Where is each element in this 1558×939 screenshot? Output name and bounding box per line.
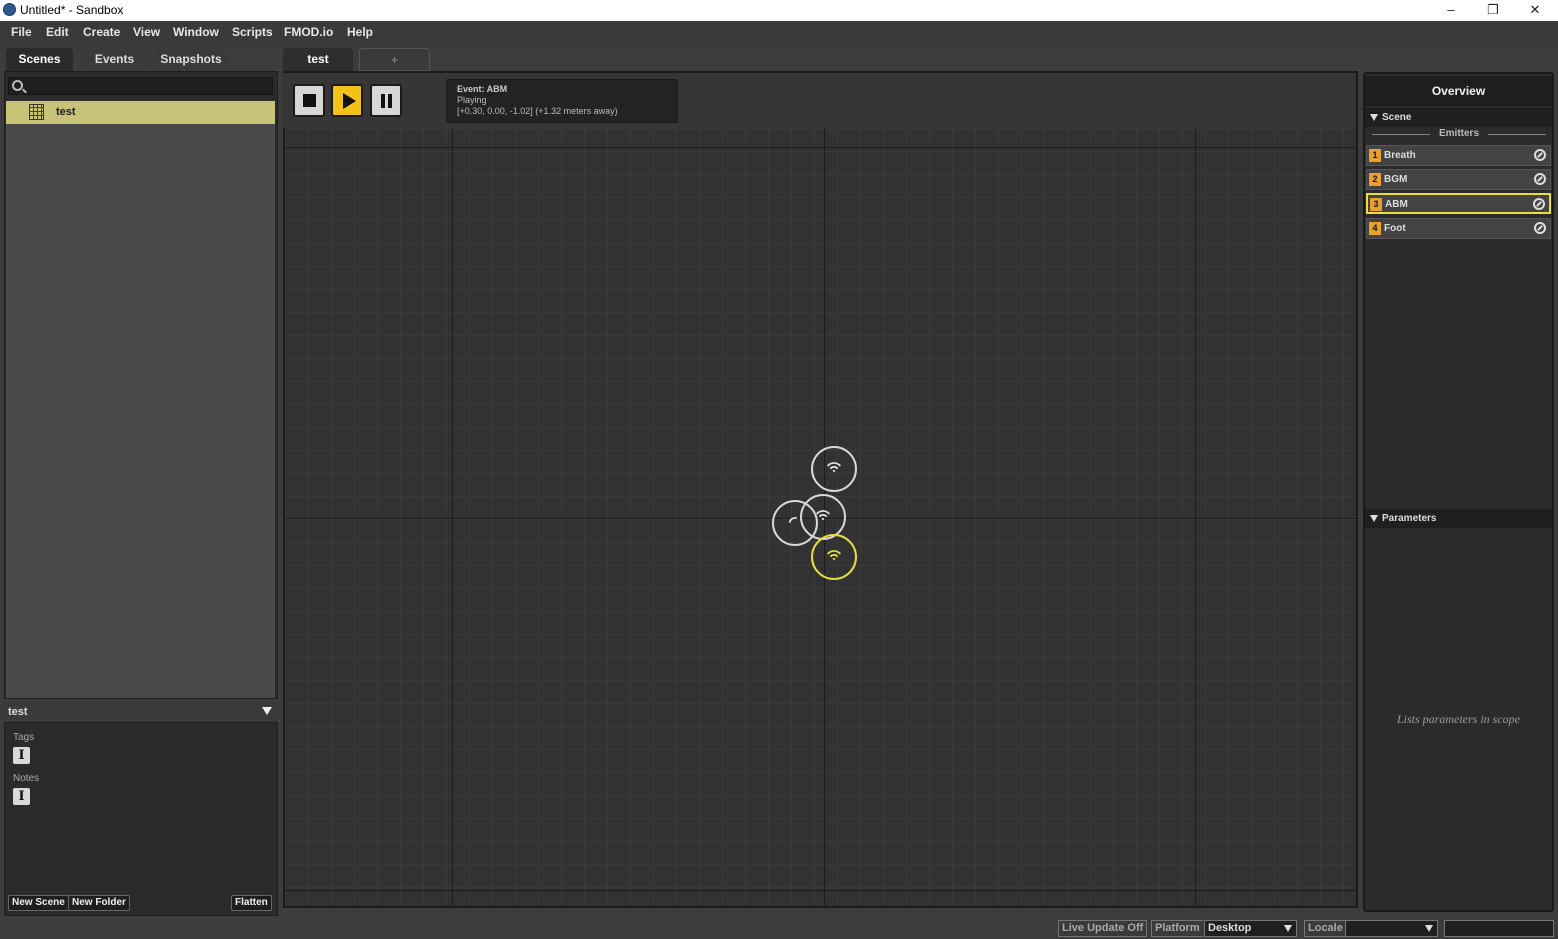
fmod-app-icon (3, 3, 16, 16)
play-icon (343, 93, 356, 109)
grid-line (452, 128, 453, 906)
locate-icon[interactable] (1534, 222, 1546, 234)
emitter-name: BGM (1384, 174, 1408, 185)
pause-button[interactable] (370, 84, 402, 117)
menu-edit[interactable]: Edit (46, 25, 69, 39)
menu-window[interactable]: Window (173, 25, 219, 39)
menu-fmod-io[interactable]: FMOD.io (284, 25, 333, 39)
emitter-name: ABM (1385, 199, 1408, 210)
emitter-row-breath[interactable]: 1 Breath (1366, 145, 1551, 166)
emitter-number: 2 (1369, 173, 1381, 186)
scene-list[interactable] (6, 124, 275, 698)
platform-select[interactable]: Desktop (1204, 920, 1297, 937)
scene-grid[interactable] (285, 128, 1356, 906)
minimize-button[interactable]: – (1430, 0, 1472, 21)
tags-label: Tags (13, 732, 35, 743)
emitter-foot[interactable] (800, 494, 846, 540)
overview-title: Overview (1365, 76, 1552, 106)
emitter-number: 3 (1370, 198, 1382, 211)
tab-test[interactable]: test (283, 48, 353, 71)
chevron-down-icon[interactable] (262, 707, 272, 715)
platform-label: Platform (1151, 920, 1203, 937)
emitter-row-foot[interactable]: 4 Foot (1366, 218, 1551, 239)
wifi-icon (827, 462, 841, 473)
parameters-empty-text: Lists parameters in scope (1397, 712, 1520, 726)
detail-selected-name: test (8, 706, 28, 718)
close-button[interactable]: ✕ (1514, 0, 1556, 21)
locale-select[interactable] (1345, 920, 1438, 937)
chevron-down-icon (1425, 925, 1433, 932)
search-icon (12, 80, 23, 91)
play-button[interactable] (331, 84, 363, 117)
event-name: Event: ABM (457, 84, 508, 94)
wifi-icon (827, 550, 841, 561)
emitter-row-bgm[interactable]: 2 BGM (1366, 169, 1551, 190)
emitter-name: Breath (1384, 150, 1416, 161)
emitters-heading: Emitters (1372, 128, 1546, 142)
stop-button[interactable] (293, 84, 325, 117)
emitter-bgm[interactable] (811, 446, 857, 492)
scene-item-test[interactable]: test (6, 101, 275, 124)
tab-events[interactable]: Events (81, 48, 148, 71)
new-scene-button[interactable]: New Scene (8, 895, 69, 911)
menu-bar: File Edit Create View Window Scripts FMO… (0, 21, 1558, 43)
menu-file[interactable]: File (11, 25, 32, 39)
new-folder-button[interactable]: New Folder (68, 895, 130, 911)
live-update-button[interactable]: Live Update Off (1058, 920, 1148, 937)
locate-icon[interactable] (1533, 198, 1545, 210)
tab-scenes[interactable]: Scenes (6, 48, 73, 71)
grid-line (1195, 128, 1196, 906)
locate-icon[interactable] (1534, 149, 1546, 161)
emitter-number: 1 (1369, 149, 1381, 162)
emitter-row-abm[interactable]: 3 ABM (1366, 193, 1551, 214)
event-position: [+0.30, 0.00, -1.02] (+1.32 meters away) (457, 106, 618, 116)
emitter-number: 4 (1369, 222, 1381, 235)
search-input[interactable] (8, 77, 273, 95)
emitter-name: Foot (1384, 223, 1406, 234)
title-bar: Untitled* - Sandbox – ❐ ✕ (0, 0, 1558, 21)
locate-icon[interactable] (1534, 173, 1546, 185)
detail-header[interactable]: test (4, 702, 278, 722)
parameters-section-header[interactable]: Parameters (1365, 509, 1552, 528)
status-field (1444, 920, 1554, 937)
platform-value: Desktop (1208, 922, 1252, 934)
event-state: Playing (457, 95, 487, 105)
flatten-button[interactable]: Flatten (231, 895, 272, 911)
scene-section-header[interactable]: Scene (1365, 108, 1552, 127)
pause-icon (381, 94, 392, 108)
tags-text-icon[interactable]: I (13, 747, 30, 764)
wifi-icon (816, 510, 830, 521)
transport-bar (283, 73, 1356, 128)
event-info-panel: Event: ABM Playing [+0.30, 0.00, -1.02] … (446, 79, 678, 123)
grid-line (285, 890, 1356, 891)
locale-label: Locale (1304, 920, 1346, 937)
scene-item-label: test (56, 106, 76, 118)
parameters-section-label: Parameters (1382, 513, 1437, 524)
scene-section-label: Scene (1382, 112, 1412, 123)
notes-text-icon[interactable]: I (13, 788, 30, 805)
add-tab-button[interactable]: + (359, 48, 430, 71)
restore-button[interactable]: ❐ (1472, 0, 1514, 21)
menu-help[interactable]: Help (347, 25, 373, 39)
detail-panel: Tags I Notes I (4, 722, 278, 916)
scene-grid-icon (29, 104, 44, 120)
window-title: Untitled* - Sandbox (20, 3, 124, 17)
collapse-triangle-icon (1370, 515, 1378, 522)
notes-label: Notes (13, 773, 40, 784)
collapse-triangle-icon (1370, 114, 1378, 121)
tab-snapshots[interactable]: Snapshots (155, 48, 227, 71)
menu-scripts[interactable]: Scripts (232, 25, 273, 39)
emitter-abm[interactable] (811, 534, 857, 580)
chevron-down-icon (1284, 925, 1292, 932)
grid-line (285, 147, 1356, 148)
menu-create[interactable]: Create (83, 25, 120, 39)
menu-view[interactable]: View (133, 25, 160, 39)
stop-icon (303, 94, 316, 107)
